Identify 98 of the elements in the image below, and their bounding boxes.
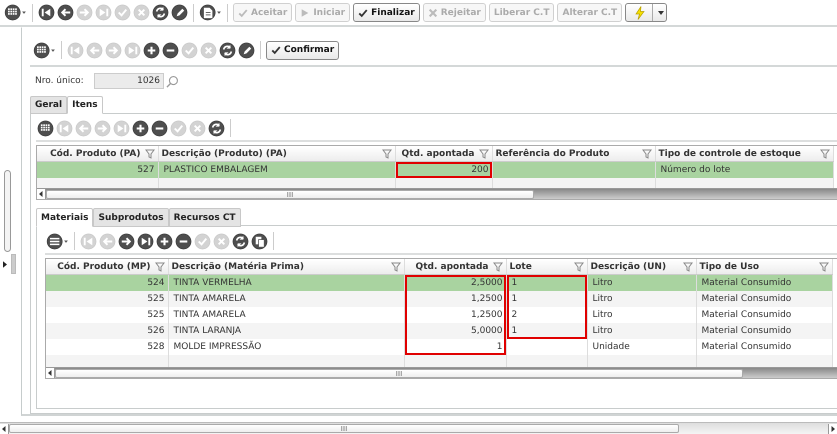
refresh-icon[interactable] bbox=[208, 120, 225, 136]
expand-arrow-icon[interactable] bbox=[3, 260, 7, 268]
minus-icon[interactable] bbox=[151, 120, 168, 136]
skip-start-icon[interactable] bbox=[38, 4, 55, 21]
column-header[interactable]: Tipo de controle de estoque bbox=[655, 146, 833, 162]
filter-icon[interactable] bbox=[820, 149, 830, 159]
refresh-icon[interactable] bbox=[232, 232, 249, 250]
filter-icon[interactable] bbox=[818, 262, 828, 272]
document-menu-icon[interactable] bbox=[199, 4, 222, 21]
tab[interactable]: Itens bbox=[67, 96, 103, 114]
checkmark-icon bbox=[238, 8, 248, 18]
grid-menu-icon[interactable] bbox=[33, 42, 56, 58]
table-cell: 1 bbox=[404, 339, 506, 355]
tab[interactable]: Recursos CT bbox=[168, 208, 241, 227]
skip-end-icon[interactable] bbox=[137, 232, 154, 250]
close-icon bbox=[428, 8, 438, 18]
table-cell: TINTA AMARELA bbox=[168, 291, 404, 307]
table-cell: TINTA VERMELHA bbox=[168, 274, 404, 291]
splitter-handle[interactable] bbox=[4, 170, 11, 252]
filter-icon[interactable] bbox=[492, 262, 502, 272]
filter-icon[interactable] bbox=[144, 149, 154, 159]
plus-icon[interactable] bbox=[132, 120, 149, 136]
column-header[interactable]: Referência do Produto bbox=[492, 146, 655, 162]
table-cell: 524 bbox=[46, 274, 168, 291]
column-header[interactable]: Cód. Produto (MP) bbox=[46, 259, 168, 274]
play-icon bbox=[300, 8, 310, 18]
checkmark-icon bbox=[358, 8, 368, 18]
table-cell: 525 bbox=[46, 291, 168, 307]
caret-icon bbox=[658, 10, 664, 14]
plus-icon[interactable] bbox=[143, 42, 160, 58]
table-cell: PLASTICO EMBALAGEM bbox=[158, 162, 395, 178]
filter-icon[interactable] bbox=[574, 262, 584, 272]
table-cell: 2,5000 bbox=[404, 274, 506, 291]
filter-icon[interactable] bbox=[478, 149, 488, 159]
grid-icon[interactable] bbox=[37, 120, 54, 136]
column-header[interactable]: Qtd. apontada bbox=[395, 146, 492, 162]
search-icon[interactable] bbox=[166, 74, 179, 88]
tab[interactable]: Materiais bbox=[36, 208, 94, 227]
input-field[interactable]: 1026 bbox=[94, 73, 164, 89]
arrow-left-icon[interactable] bbox=[57, 4, 74, 21]
table-cell: 1 bbox=[506, 323, 587, 339]
scroll-right-icon[interactable] bbox=[828, 424, 837, 434]
splitter-grip[interactable] bbox=[11, 254, 16, 274]
table-cell: Litro bbox=[587, 323, 696, 339]
table-cell: Litro bbox=[587, 291, 696, 307]
filter-icon[interactable] bbox=[390, 262, 400, 272]
filter-icon[interactable] bbox=[154, 262, 164, 272]
column-header[interactable]: Descrição (Matéria Prima) bbox=[168, 259, 404, 274]
table-cell: Número do lote bbox=[655, 162, 833, 178]
list-menu-icon[interactable] bbox=[46, 232, 69, 250]
column-header[interactable]: Tipo de Uso bbox=[696, 259, 832, 274]
arrow-right-icon[interactable] bbox=[118, 232, 135, 250]
tab[interactable]: Subprodutos bbox=[93, 208, 169, 227]
refresh-icon[interactable] bbox=[152, 4, 169, 21]
table-cell: 1 bbox=[506, 291, 587, 307]
scroll-left-icon[interactable] bbox=[0, 424, 9, 434]
filter-icon[interactable] bbox=[382, 149, 392, 159]
filter-icon[interactable] bbox=[682, 262, 692, 272]
lightning-icon bbox=[634, 6, 646, 20]
table-cell: 5,0000 bbox=[404, 323, 506, 339]
plus-icon[interactable] bbox=[156, 232, 173, 250]
table-cell: 200 bbox=[395, 162, 492, 178]
table-cell: 1,2500 bbox=[404, 291, 506, 307]
horizontal-scrollbar[interactable] bbox=[0, 422, 837, 434]
toolbar-button[interactable]: Confirmar bbox=[266, 40, 340, 60]
scroll-left-icon[interactable] bbox=[37, 189, 46, 199]
column-header[interactable]: Cód. Produto (PA) bbox=[37, 146, 158, 162]
checkmark-icon bbox=[271, 45, 281, 55]
column-header[interactable]: Qtd. apontada bbox=[404, 259, 506, 274]
minus-icon[interactable] bbox=[175, 232, 192, 250]
table-cell: 527 bbox=[37, 162, 158, 178]
horizontal-scrollbar[interactable] bbox=[46, 367, 837, 378]
scrollbar-thumb[interactable] bbox=[9, 424, 679, 433]
scroll-left-icon[interactable] bbox=[46, 368, 55, 378]
scrollbar-thumb[interactable] bbox=[55, 368, 744, 378]
table-cell: Material Consumido bbox=[696, 323, 832, 339]
pencil-icon[interactable] bbox=[238, 42, 255, 58]
column-header[interactable]: Lote bbox=[506, 259, 587, 274]
minus-icon[interactable] bbox=[162, 42, 179, 58]
table-cell: 526 bbox=[46, 323, 168, 339]
action-menu-button[interactable] bbox=[625, 3, 668, 22]
scrollbar-thumb[interactable] bbox=[46, 190, 534, 198]
column-header[interactable]: Descrição (Produto) (PA) bbox=[158, 146, 395, 162]
column-header[interactable]: Descrição (UN) bbox=[587, 259, 696, 274]
tab[interactable]: Geral bbox=[30, 96, 68, 114]
table-cell: Litro bbox=[587, 274, 696, 291]
refresh-icon[interactable] bbox=[219, 42, 236, 58]
filter-icon[interactable] bbox=[642, 149, 652, 159]
horizontal-scrollbar[interactable] bbox=[37, 188, 837, 199]
toolbar-button[interactable]: Finalizar bbox=[353, 3, 420, 22]
table-cell: Material Consumido bbox=[696, 291, 832, 307]
copy-icon[interactable] bbox=[251, 232, 268, 250]
field-label: Nro. único: bbox=[34, 76, 85, 86]
pencil-icon[interactable] bbox=[171, 4, 188, 21]
table-cell: TINTA LARANJA bbox=[168, 323, 404, 339]
grid-menu-icon[interactable] bbox=[4, 4, 27, 21]
table-cell: 1 bbox=[506, 274, 587, 291]
table-cell: Material Consumido bbox=[696, 274, 832, 291]
